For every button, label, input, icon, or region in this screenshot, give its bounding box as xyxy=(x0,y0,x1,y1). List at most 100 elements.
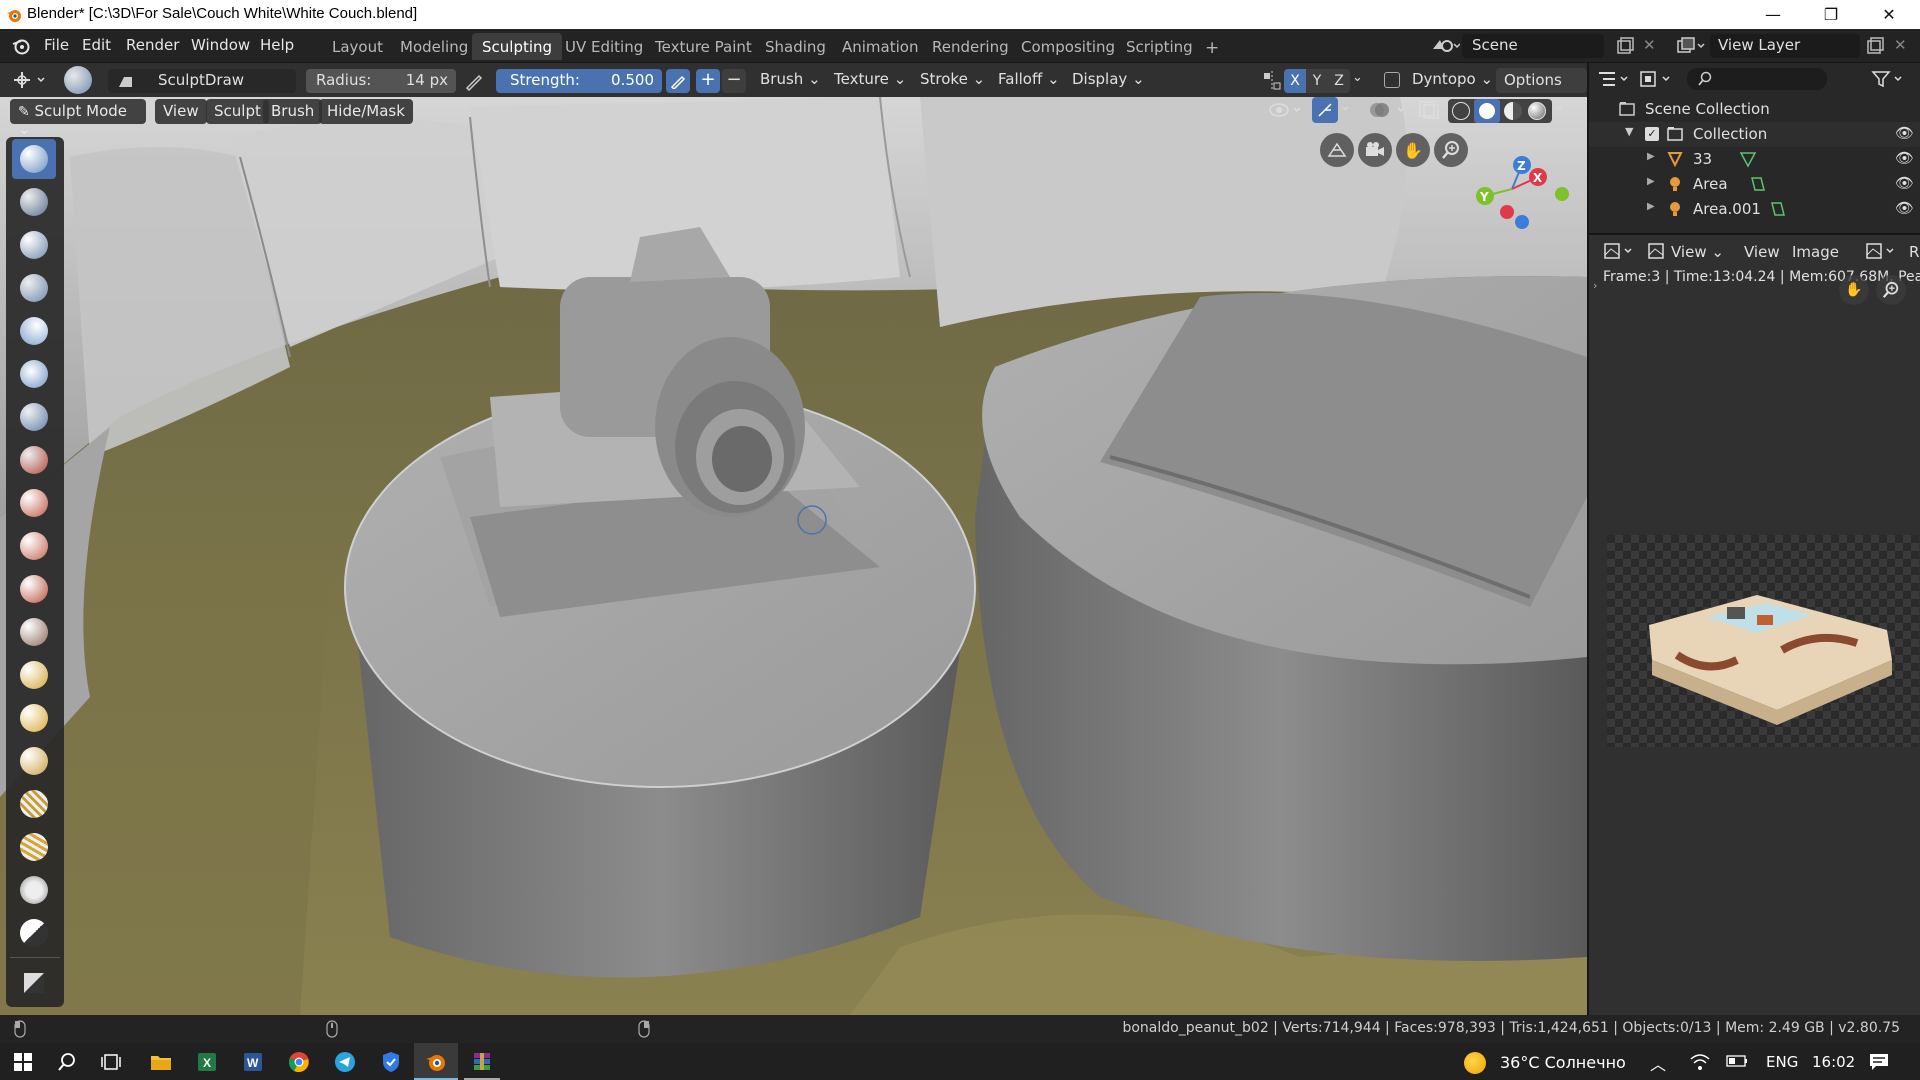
archiver-taskbar-button[interactable] xyxy=(460,1043,504,1080)
chrome-icon[interactable] xyxy=(284,1048,314,1076)
render-preview[interactable] xyxy=(1607,535,1919,747)
menu-edit[interactable]: Edit xyxy=(82,36,111,54)
sidebar-expand-icon[interactable]: › xyxy=(1593,279,1597,292)
display-dropdown[interactable]: Display ⌄ xyxy=(1072,70,1145,88)
rendered-shading-icon[interactable] xyxy=(1528,102,1546,120)
notifications-icon[interactable] xyxy=(1868,1052,1890,1072)
tool-crease[interactable] xyxy=(12,397,56,437)
tab-uv-editing[interactable]: UV Editing xyxy=(555,33,653,60)
symmetry-dropdown-chevron-icon[interactable]: ⌄ xyxy=(1352,70,1363,85)
xray-toggle-icon[interactable] xyxy=(1418,100,1440,120)
symmetry-x-toggle[interactable]: X xyxy=(1284,69,1306,93)
menu-file[interactable]: File xyxy=(44,36,69,54)
tool-blob[interactable] xyxy=(12,354,56,394)
axis-gizmo[interactable] xyxy=(1460,137,1570,237)
view-mode-icon[interactable] xyxy=(1647,241,1667,261)
image-browse-icon[interactable] xyxy=(1865,241,1899,261)
wireframe-shading-icon[interactable] xyxy=(1452,102,1470,120)
tool-nudge[interactable] xyxy=(12,784,56,824)
tab-compositing[interactable]: Compositing xyxy=(1011,33,1125,60)
tool-fill[interactable] xyxy=(12,526,56,566)
menu-help[interactable]: Help xyxy=(260,36,294,54)
strength-pressure-icon[interactable] xyxy=(666,69,690,93)
security-shield-icon[interactable] xyxy=(376,1048,406,1076)
windows-start-icon[interactable] xyxy=(8,1048,38,1076)
task-view-icon[interactable] xyxy=(96,1048,126,1076)
tab-sculpting[interactable]: Sculpting xyxy=(472,33,563,60)
file-explorer-icon[interactable] xyxy=(146,1048,176,1076)
eye-visibility-icon[interactable]: 👁 xyxy=(1895,174,1914,192)
stroke-dropdown[interactable]: Stroke ⌄ xyxy=(920,70,985,88)
tool-clay-strips[interactable] xyxy=(12,225,56,265)
outliner-row-collection[interactable]: ▼ ✓ Collection 👁 xyxy=(1589,122,1920,147)
tool-smooth[interactable] xyxy=(12,440,56,480)
search-icon[interactable] xyxy=(52,1048,82,1076)
scene-field[interactable]: Scene xyxy=(1462,34,1604,58)
telegram-icon[interactable] xyxy=(330,1048,360,1076)
excel-icon[interactable]: X xyxy=(192,1048,222,1076)
outliner-row-light[interactable]: ▶ Area 👁 xyxy=(1589,172,1920,197)
dyntopo-checkbox[interactable] xyxy=(1384,72,1400,88)
falloff-dropdown[interactable]: Falloff ⌄ xyxy=(998,70,1060,88)
tool-draw[interactable] xyxy=(12,139,56,179)
menu-sculpt[interactable]: Sculpt xyxy=(206,99,269,124)
tab-scripting[interactable]: Scripting xyxy=(1116,33,1203,60)
minimize-button[interactable]: — xyxy=(1744,0,1802,29)
new-scene-icon[interactable] xyxy=(1616,37,1634,55)
zoom-view-icon[interactable] xyxy=(1876,275,1906,305)
brush-dropdown[interactable]: Brush ⌄ xyxy=(760,70,821,88)
expand-arrow-icon[interactable]: ▶ xyxy=(1647,151,1655,162)
expand-arrow-icon[interactable]: ▶ xyxy=(1647,201,1655,212)
display-mode-icon[interactable] xyxy=(1639,69,1675,89)
visibility-dropdown-icon[interactable] xyxy=(1268,99,1304,121)
tool-mask[interactable] xyxy=(12,913,56,953)
collection-checkbox[interactable]: ✓ xyxy=(1645,127,1659,141)
options-dropdown[interactable]: Options ⌄ xyxy=(1496,68,1587,107)
overlays-icon[interactable] xyxy=(1368,99,1408,121)
symmetry-z-toggle[interactable]: Z xyxy=(1328,69,1350,93)
editor-type-icon[interactable] xyxy=(10,69,50,91)
eye-visibility-icon[interactable]: 👁 xyxy=(1895,149,1914,167)
tool-flatten[interactable] xyxy=(12,483,56,523)
tab-animation[interactable]: Animation xyxy=(832,33,928,60)
pan-view-hand-icon[interactable]: ✋ xyxy=(1396,133,1430,167)
radius-slider[interactable]: Radius: 14 px xyxy=(306,69,456,93)
outliner-row-scene-collection[interactable]: Scene Collection xyxy=(1589,97,1920,122)
menu-hide-mask[interactable]: Hide/Mask xyxy=(319,99,413,124)
maximize-button[interactable]: ❐ xyxy=(1802,0,1860,29)
image-editor-type-icon[interactable] xyxy=(1603,241,1637,261)
remove-scene-icon[interactable]: ✕ xyxy=(1643,36,1656,54)
subtract-direction-button[interactable]: − xyxy=(722,69,746,93)
menu-brush[interactable]: Brush xyxy=(263,99,323,124)
strength-slider[interactable]: Strength: 0.500 xyxy=(496,69,662,93)
texture-dropdown[interactable]: Texture ⌄ xyxy=(834,70,906,88)
camera-view-icon[interactable] xyxy=(1358,133,1392,167)
tool-thumb[interactable] xyxy=(12,741,56,781)
material-shading-icon[interactable] xyxy=(1504,102,1522,120)
mode-selector[interactable]: ✎ Sculpt Mode ⌄ xyxy=(10,99,146,138)
symmetry-y-toggle[interactable]: Y xyxy=(1306,69,1328,93)
outliner-search-input[interactable] xyxy=(1687,68,1827,90)
weather-sun-icon[interactable] xyxy=(1464,1052,1486,1074)
battery-icon[interactable] xyxy=(1726,1054,1748,1068)
outliner-row-object[interactable]: ▶ 33 👁 xyxy=(1589,147,1920,172)
tool-simplify[interactable] xyxy=(12,870,56,910)
clock[interactable]: 16:02 xyxy=(1812,1053,1855,1071)
wifi-icon[interactable] xyxy=(1690,1053,1710,1071)
add-direction-button[interactable]: + xyxy=(696,69,720,93)
tool-layer[interactable] xyxy=(12,268,56,308)
3d-viewport[interactable]: ⌄ ⌄ ✋ Z X Y xyxy=(0,97,1587,1015)
tab-shading[interactable]: Shading xyxy=(755,33,836,60)
input-language[interactable]: ENG xyxy=(1766,1053,1798,1071)
tool-inflate[interactable] xyxy=(12,311,56,351)
tool-snake-hook[interactable] xyxy=(12,698,56,738)
expand-arrow-icon[interactable]: ▼ xyxy=(1625,125,1633,138)
new-view-layer-icon[interactable] xyxy=(1866,37,1884,55)
radius-pressure-icon[interactable] xyxy=(464,71,484,91)
brush-name-field[interactable]: SculptDraw xyxy=(108,69,296,93)
tab-texture-paint[interactable]: Texture Paint xyxy=(645,33,762,60)
tab-layout[interactable]: Layout xyxy=(322,33,393,60)
tool-pinch[interactable] xyxy=(12,612,56,652)
outliner-editor-type-icon[interactable] xyxy=(1597,69,1631,89)
tool-box-mask[interactable] xyxy=(12,963,56,1003)
